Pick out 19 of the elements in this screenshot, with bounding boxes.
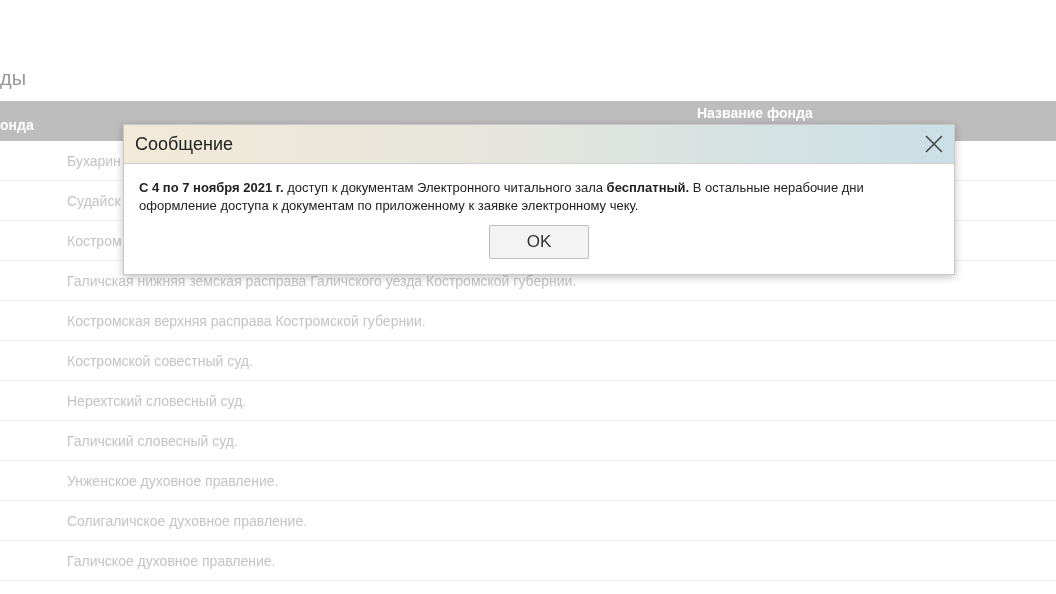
table-cell: Нерехтский словесный суд. xyxy=(67,392,247,409)
close-icon xyxy=(925,135,943,153)
table-cell: Солигаличское духовное правление. xyxy=(67,512,308,529)
close-button[interactable] xyxy=(924,134,944,154)
dialog-title: Сообщение xyxy=(135,133,233,155)
table-cell: Галичская нижняя земская расправа Галичского уезда Костромской губернии. xyxy=(67,272,577,289)
column-header: онда xyxy=(0,117,35,133)
table-cell: Костром xyxy=(67,232,122,249)
ok-button[interactable]: OK xyxy=(489,225,589,259)
dialog-message: С 4 по 7 ноября 2021 г. доступ к документам Электронного читального зала бесплатный. В остальные нерабочие дни оформление доступа к документам по приложенному к заявке электронному чеку. xyxy=(139,179,865,215)
table-cell: Бухарин xyxy=(67,152,121,169)
page-heading: ды xyxy=(0,66,28,91)
table-cell: Галичский словесный суд. xyxy=(67,432,238,449)
table-cell: Костромской совестный суд. xyxy=(67,352,253,369)
table-cell: Костромская верхняя расправа Костромской губернии. xyxy=(67,312,426,329)
column-header: Название фонда xyxy=(697,105,813,121)
table-cell: Унженское духовное правление. xyxy=(67,472,279,489)
table-cell: Судайск xyxy=(67,192,121,209)
table-cell: Галичское духовное правление. xyxy=(67,552,276,569)
